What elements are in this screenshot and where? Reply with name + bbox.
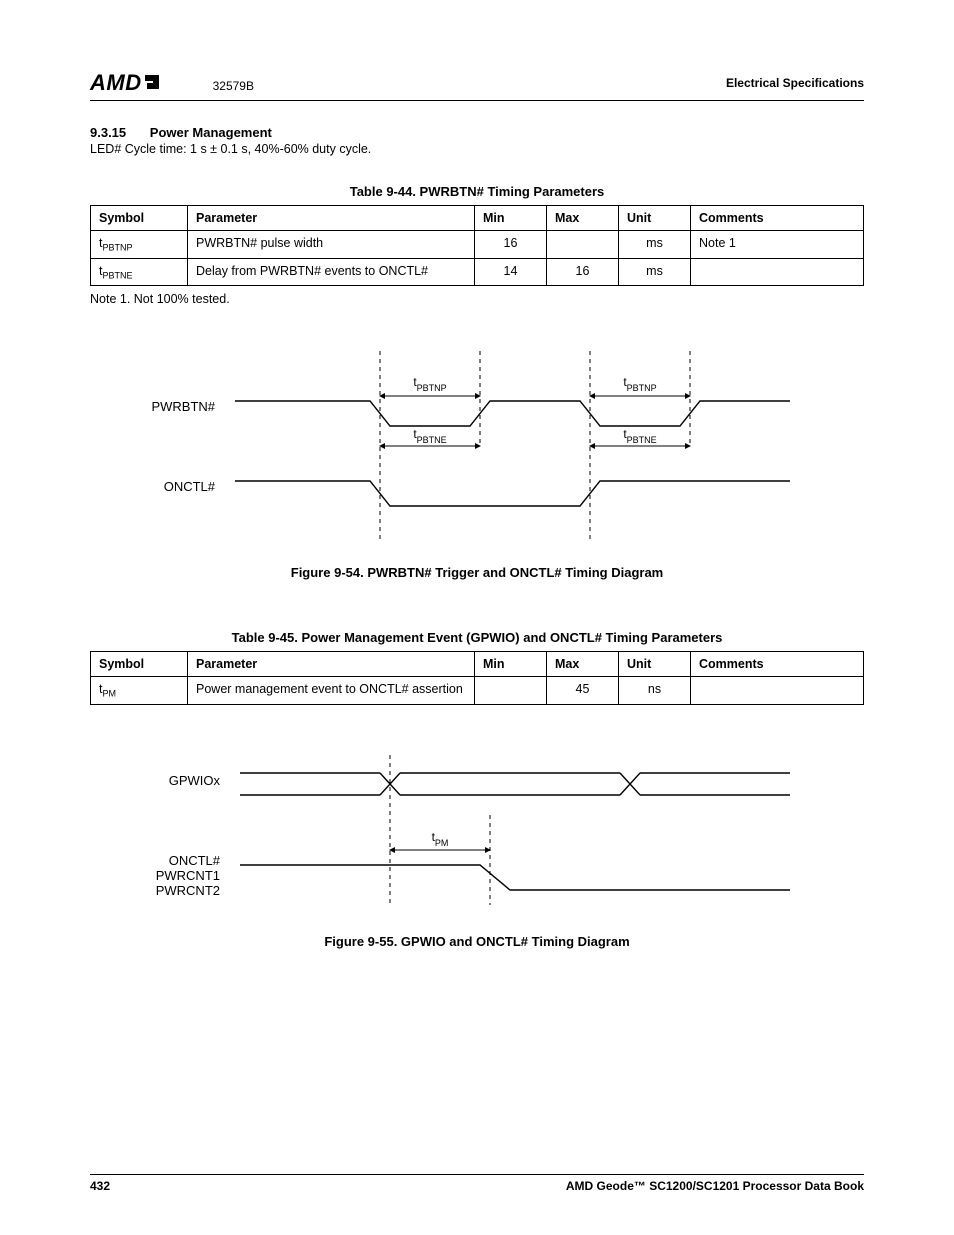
page-header: AMD 32579B Electrical Specifications	[90, 70, 864, 101]
fig54-sigA: PWRBTN#	[151, 399, 215, 414]
svg-text:tPM: tPM	[432, 830, 449, 848]
amd-logo: AMD	[90, 70, 163, 96]
doc-number: 32579B	[213, 79, 254, 93]
th-comments: Comments	[691, 652, 864, 677]
section-number: 9.3.15	[90, 125, 126, 140]
table-44-note: Note 1. Not 100% tested.	[90, 292, 864, 306]
cell-min	[475, 677, 547, 705]
th-unit: Unit	[619, 652, 691, 677]
th-unit: Unit	[619, 206, 691, 231]
table-header-row: Symbol Parameter Min Max Unit Comments	[91, 652, 864, 677]
table-row: tPBTNP PWRBTN# pulse width 16 ms Note 1	[91, 231, 864, 259]
fig54-sigB: ONCTL#	[164, 479, 216, 494]
cell-max: 45	[547, 677, 619, 705]
table-44-caption: Table 9-44. PWRBTN# Timing Parameters	[90, 184, 864, 199]
th-max: Max	[547, 206, 619, 231]
document-page: AMD 32579B Electrical Specifications 9.3…	[0, 0, 954, 1235]
cell-comments	[691, 258, 864, 286]
table-header-row: Symbol Parameter Min Max Unit Comments	[91, 206, 864, 231]
page-footer: 432 AMD Geode™ SC1200/SC1201 Processor D…	[90, 1174, 864, 1193]
table-45: Symbol Parameter Min Max Unit Comments t…	[90, 651, 864, 705]
cell-min: 14	[475, 258, 547, 286]
fig55-sigB3: PWRCNT2	[156, 883, 220, 898]
figure-54-diagram: PWRBTN# ONCTL# tPBTNP tPBTNP tPBTNE tPBT…	[90, 346, 864, 549]
table-row: tPM Power management event to ONCTL# ass…	[91, 677, 864, 705]
section-body: LED# Cycle time: 1 s ± 0.1 s, 40%-60% du…	[90, 142, 864, 156]
table-44: Symbol Parameter Min Max Unit Comments t…	[90, 205, 864, 286]
cell-min: 16	[475, 231, 547, 259]
figure-55-diagram: GPWIOx ONCTL# PWRCNT1 PWRCNT2 tPM	[90, 745, 864, 918]
svg-text:tPBTNE: tPBTNE	[413, 427, 446, 445]
svg-text:tPBTNP: tPBTNP	[623, 375, 656, 393]
cell-param: Power management event to ONCTL# asserti…	[188, 677, 475, 705]
svg-text:tPBTNP: tPBTNP	[413, 375, 446, 393]
cell-max	[547, 231, 619, 259]
cell-comments	[691, 677, 864, 705]
table-row: tPBTNE Delay from PWRBTN# events to ONCT…	[91, 258, 864, 286]
fig55-sigA: GPWIOx	[169, 773, 221, 788]
th-symbol: Symbol	[91, 652, 188, 677]
book-title: AMD Geode™ SC1200/SC1201 Processor Data …	[566, 1179, 864, 1193]
figure-55-caption: Figure 9-55. GPWIO and ONCTL# Timing Dia…	[90, 934, 864, 949]
section-heading: 9.3.15 Power Management	[90, 125, 864, 140]
fig55-sigB1: ONCTL#	[169, 853, 221, 868]
fig55-sigB2: PWRCNT1	[156, 868, 220, 883]
th-min: Min	[475, 652, 547, 677]
cell-param: PWRBTN# pulse width	[188, 231, 475, 259]
table-45-caption: Table 9-45. Power Management Event (GPWI…	[90, 630, 864, 645]
th-max: Max	[547, 652, 619, 677]
th-parameter: Parameter	[188, 206, 475, 231]
page-number: 432	[90, 1179, 110, 1193]
cell-unit: ns	[619, 677, 691, 705]
cell-unit: ms	[619, 258, 691, 286]
th-min: Min	[475, 206, 547, 231]
th-parameter: Parameter	[188, 652, 475, 677]
th-symbol: Symbol	[91, 206, 188, 231]
header-section-title: Electrical Specifications	[726, 76, 864, 90]
section-title: Power Management	[150, 125, 272, 140]
svg-text:tPBTNE: tPBTNE	[623, 427, 656, 445]
cell-symbol: tPBTNP	[91, 231, 188, 259]
cell-symbol: tPBTNE	[91, 258, 188, 286]
cell-max: 16	[547, 258, 619, 286]
cell-param: Delay from PWRBTN# events to ONCTL#	[188, 258, 475, 286]
cell-unit: ms	[619, 231, 691, 259]
figure-54-caption: Figure 9-54. PWRBTN# Trigger and ONCTL# …	[90, 565, 864, 580]
cell-symbol: tPM	[91, 677, 188, 705]
amd-arrow-icon	[143, 71, 163, 97]
cell-comments: Note 1	[691, 231, 864, 259]
th-comments: Comments	[691, 206, 864, 231]
